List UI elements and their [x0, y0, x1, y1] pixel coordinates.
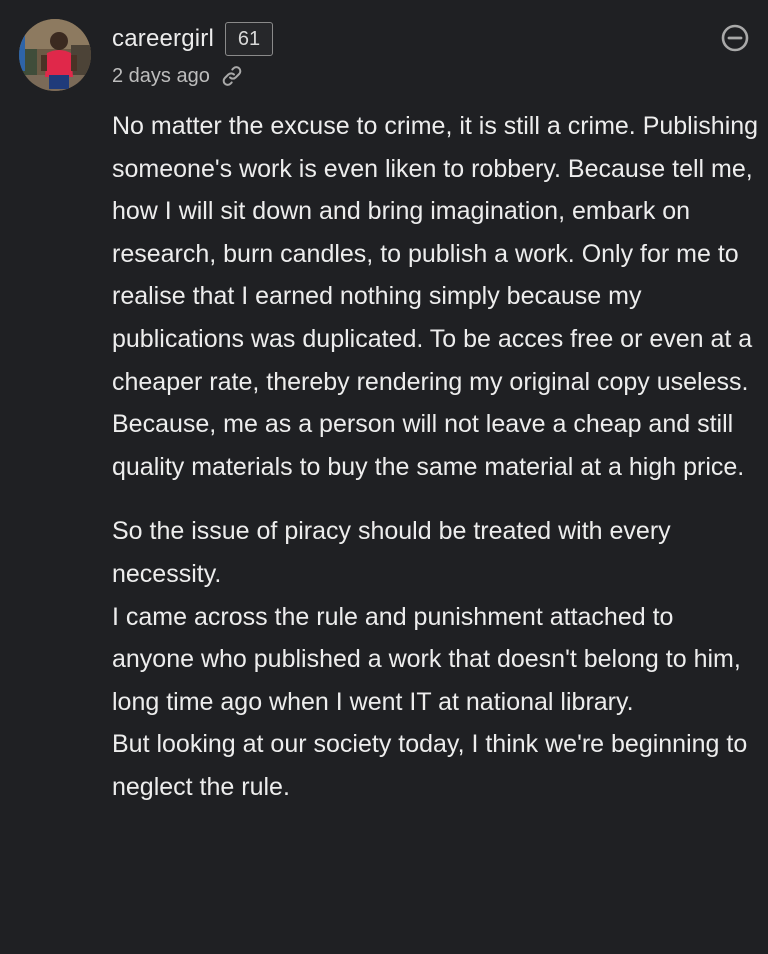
comment-paragraph: So the issue of piracy should be treated… — [112, 517, 671, 588]
username-link[interactable]: careergirl — [112, 25, 214, 53]
comment-meta: 2 days ago — [112, 61, 244, 91]
avatar-photo-icon — [19, 19, 91, 91]
author-line: careergirl 61 — [112, 20, 274, 58]
link-icon[interactable] — [220, 64, 244, 88]
reputation-badge: 61 — [225, 22, 274, 56]
comment-card: careergirl 61 2 days ago No matter the e… — [0, 0, 768, 954]
timestamp: 2 days ago — [112, 64, 210, 87]
minus-circle-icon[interactable] — [720, 23, 750, 53]
avatar[interactable] — [19, 19, 91, 91]
comment-paragraph: I came across the rule and punishment at… — [112, 602, 741, 716]
comment-paragraph: No matter the excuse to crime, it is sti… — [112, 112, 759, 481]
comment-paragraph: But looking at our society today, I thin… — [112, 730, 748, 801]
comment-body: No matter the excuse to crime, it is sti… — [112, 105, 762, 809]
